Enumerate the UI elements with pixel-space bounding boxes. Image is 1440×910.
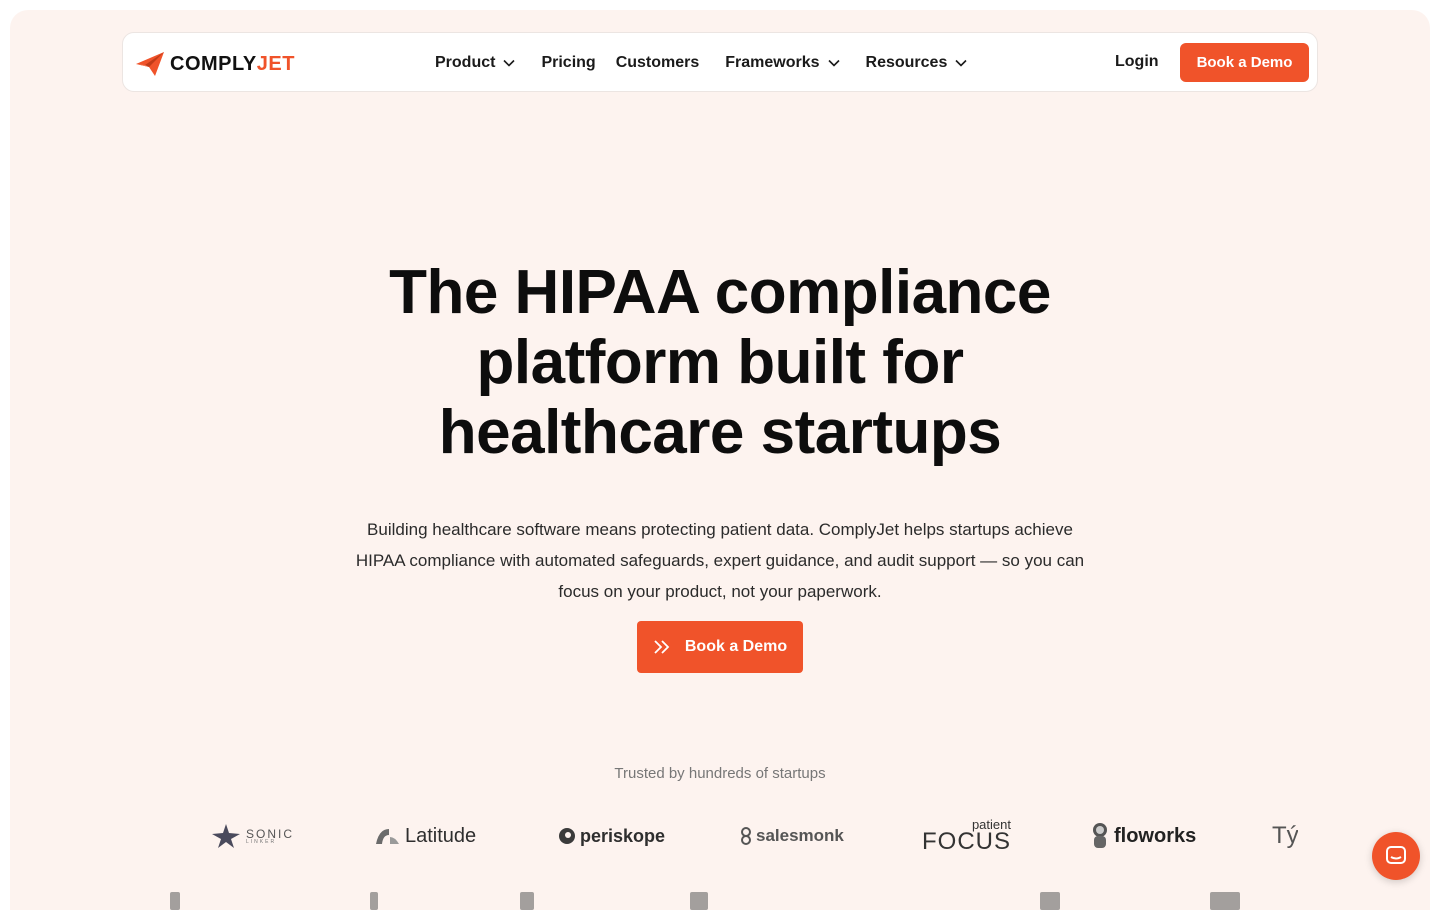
- logo-floworks: floworks: [1090, 816, 1196, 856]
- menu-item-label: Resources: [865, 54, 948, 71]
- main-menu: Product Pricing Customers Frameworks Res…: [435, 33, 993, 93]
- logo-fragment: [1210, 892, 1240, 910]
- logo-text: periskope: [580, 825, 666, 846]
- logo-latitude: Latitude: [375, 816, 476, 856]
- book-demo-label: Book a Demo: [684, 638, 788, 655]
- menu-item-frameworks[interactable]: Frameworks: [725, 54, 840, 72]
- page-background: COMPLYJET Product Pricing Customers Fram…: [10, 10, 1430, 910]
- menu-item-label: Frameworks: [725, 54, 820, 71]
- hero-title-line: healthcare startups: [438, 398, 1002, 467]
- logo-text: salesmonk: [756, 826, 844, 845]
- logo-fragment: [170, 892, 180, 910]
- salesmonk-mark-icon: [741, 827, 751, 845]
- customer-logo-strip-row2: [160, 892, 1260, 910]
- trusted-label: Trusted by hundreds of startups: [614, 765, 826, 782]
- floworks-astronaut-icon: [1093, 823, 1107, 848]
- logo-fragment: [690, 892, 708, 910]
- customer-logo-strip: SONIC LINKER Latitude periskope salesmon…: [210, 816, 1298, 856]
- logo-periskope: periskope: [558, 816, 665, 856]
- chat-launcher-button[interactable]: [1372, 832, 1420, 880]
- chevron-down-icon: [827, 59, 840, 67]
- top-navbar: COMPLYJET Product Pricing Customers Fram…: [122, 32, 1318, 92]
- logo-fragment: [520, 892, 534, 910]
- paper-plane-icon: [136, 52, 164, 76]
- hero-subtitle: Building healthcare software means prote…: [355, 520, 1085, 601]
- book-demo-button-nav[interactable]: Book a Demo: [1180, 43, 1309, 82]
- login-link[interactable]: Login: [1115, 53, 1159, 71]
- menu-item-label: Product: [435, 54, 496, 71]
- hero-title-line: platform built for: [476, 328, 964, 397]
- logo-partial: Tý: [1272, 816, 1298, 856]
- logo-text: Latitude: [405, 824, 477, 847]
- chat-icon: [1386, 846, 1406, 864]
- menu-item-resources[interactable]: Resources: [866, 54, 968, 72]
- menu-item-customers[interactable]: Customers: [616, 54, 700, 72]
- logo-salesmonk: salesmonk: [740, 816, 844, 856]
- logo-text: SONIC: [246, 826, 295, 841]
- chevron-down-icon: [955, 59, 967, 67]
- logo-text: floworks: [1114, 824, 1197, 847]
- sonic-star-icon: [212, 824, 240, 848]
- logo-text: FOCUS: [922, 828, 1011, 855]
- menu-item-label: Customers: [615, 54, 700, 71]
- chevron-down-icon: [503, 59, 516, 67]
- logo-text: Tý: [1272, 822, 1298, 849]
- periskope-mark-icon: [559, 828, 575, 844]
- double-chevron-right-icon: [654, 640, 670, 654]
- logo-fragment: [1040, 892, 1060, 910]
- menu-item-pricing[interactable]: Pricing: [541, 54, 595, 72]
- menu-item-label: Pricing: [541, 54, 596, 71]
- logo-wordmark: COMPLYJET: [170, 52, 295, 75]
- logo-patient-focus: patient FOCUS: [922, 816, 1011, 856]
- logo-subtext: LINKER: [246, 838, 277, 845]
- book-demo-button-hero[interactable]: Book a Demo: [637, 621, 803, 673]
- logo-sonic-linker: SONIC LINKER: [210, 816, 294, 856]
- hero-title: The HIPAA compliance platform built for …: [10, 258, 1430, 468]
- logo-fragment: [370, 892, 378, 910]
- menu-item-product[interactable]: Product: [435, 54, 516, 72]
- latitude-mark-icon: [376, 829, 399, 844]
- complyjet-logo[interactable]: COMPLYJET: [135, 51, 295, 77]
- hero-title-line: The HIPAA compliance: [389, 258, 1051, 327]
